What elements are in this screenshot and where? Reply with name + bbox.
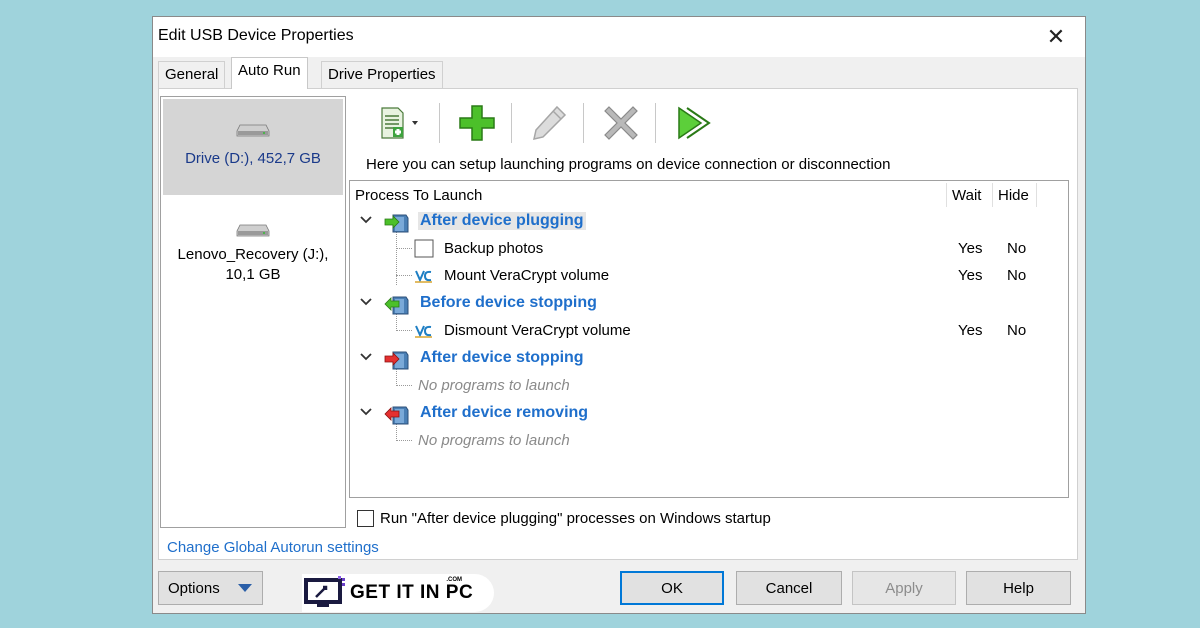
computer-logo-icon [304,576,345,607]
help-button[interactable]: Help [966,571,1071,605]
plug-in-icon [384,214,409,233]
hide-value: No [1007,240,1027,257]
blank-file-icon [414,239,434,258]
edit-usb-device-dialog: Edit USB Device Properties ✕ General Aut… [152,16,1086,614]
drive-icon [236,224,270,237]
add-button[interactable] [451,99,503,147]
startup-checkbox-row[interactable]: Run "After device plugging" processes on… [357,510,771,527]
chevron-down-icon[interactable] [358,294,374,310]
process-name: Dismount VeraCrypt volume [444,322,631,339]
run-button[interactable] [667,99,719,147]
veracrypt-icon [415,325,432,338]
group-title: After device plugging [418,212,586,230]
toolbar-separator [655,103,656,143]
tree-row[interactable]: Dismount VeraCrypt volume Yes No [350,318,1068,344]
column-process[interactable]: Process To Launch [355,187,482,204]
toolbar-separator [583,103,584,143]
chevron-down-icon[interactable] [358,212,374,228]
window-title: Edit USB Device Properties [158,27,354,44]
title-bar: Edit USB Device Properties ✕ [153,17,1085,57]
tab-general[interactable]: General [158,61,226,88]
options-button[interactable]: Options [158,571,263,605]
toolbar-separator [439,103,440,143]
tree-row-empty: No programs to launch [350,428,1068,454]
device-stop-icon [384,351,409,370]
tree-group-after-plugging[interactable]: After device plugging [350,209,1068,235]
device-item-lenovo-recovery[interactable]: Lenovo_Recovery (J:), 10,1 GB [163,215,343,295]
toolbar [363,99,763,147]
wait-value: Yes [958,267,983,284]
tree-group-before-stopping[interactable]: Before device stopping [350,291,1068,317]
wait-value: Yes [958,240,983,257]
tree-group-after-stopping[interactable]: After device stopping [350,346,1068,372]
global-autorun-link[interactable]: Change Global Autorun settings [167,539,379,556]
column-separator [946,183,947,207]
process-name: Backup photos [444,240,544,257]
cancel-button[interactable]: Cancel [736,571,842,605]
chevron-down-icon[interactable] [358,404,374,420]
tree-row[interactable]: Backup photos Yes No [350,236,1068,262]
group-title: After device stopping [420,349,584,366]
close-icon[interactable]: ✕ [1033,19,1079,55]
startup-checkbox[interactable] [357,510,374,527]
device-label: Lenovo_Recovery (J:), [177,246,329,263]
column-separator [1036,183,1037,207]
plug-out-icon [384,296,409,315]
tree-header: Process To Launch Wait Hide [350,181,1068,209]
empty-message: No programs to launch [418,377,570,394]
tree-group-after-removing[interactable]: After device removing [350,401,1068,427]
veracrypt-icon [415,270,432,283]
options-label: Options [168,579,220,597]
empty-message: No programs to launch [418,432,570,449]
tab-auto-run[interactable]: Auto Run [231,57,308,89]
tree-row-empty: No programs to launch [350,373,1068,399]
startup-checkbox-label: Run "After device plugging" processes on… [380,510,771,527]
pencil-icon [533,105,567,140]
group-title: After device removing [420,404,589,421]
wait-value: Yes [958,322,983,339]
add-icon [459,105,495,141]
delete-icon [604,106,638,140]
apply-button[interactable]: Apply [852,571,956,605]
hide-value: No [1007,322,1027,339]
chevron-down-icon[interactable] [358,349,374,365]
device-remove-icon [384,406,409,425]
dropdown-arrow-icon [237,584,252,592]
column-hide[interactable]: Hide [998,187,1029,204]
auto-run-panel: Drive (D:), 452,7 GB Lenovo_Recovery (J:… [158,88,1078,560]
run-icon [678,106,711,140]
watermark-logo: GET IT IN PC .COM [302,574,494,612]
watermark-text: GET IT IN PC [350,582,474,603]
group-title: Before device stopping [420,294,597,311]
process-tree[interactable]: Process To Launch Wait Hide After device… [349,180,1069,498]
device-item-drive-d[interactable]: Drive (D:), 452,7 GB [163,99,343,195]
toolbar-hint: Here you can setup launching programs on… [366,156,891,173]
watermark-suffix: .COM [446,577,462,583]
toolbar-separator [511,103,512,143]
tree-row[interactable]: Mount VeraCrypt volume Yes No [350,263,1068,289]
tab-strip: General Auto Run Drive Properties [158,57,1078,89]
tab-drive-properties[interactable]: Drive Properties [321,61,443,88]
hide-value: No [1007,267,1027,284]
ok-button[interactable]: OK [620,571,724,605]
column-wait[interactable]: Wait [952,187,981,204]
delete-button[interactable] [595,99,647,147]
column-separator [992,183,993,207]
device-label: Drive (D:), 452,7 GB [185,150,321,167]
edit-button[interactable] [523,99,575,147]
drive-icon [236,124,270,137]
device-label-size: 10,1 GB [225,266,281,283]
new-document-icon [381,107,418,139]
new-button[interactable] [363,99,433,147]
process-name: Mount VeraCrypt volume [444,267,610,284]
device-list: Drive (D:), 452,7 GB Lenovo_Recovery (J:… [160,96,346,528]
